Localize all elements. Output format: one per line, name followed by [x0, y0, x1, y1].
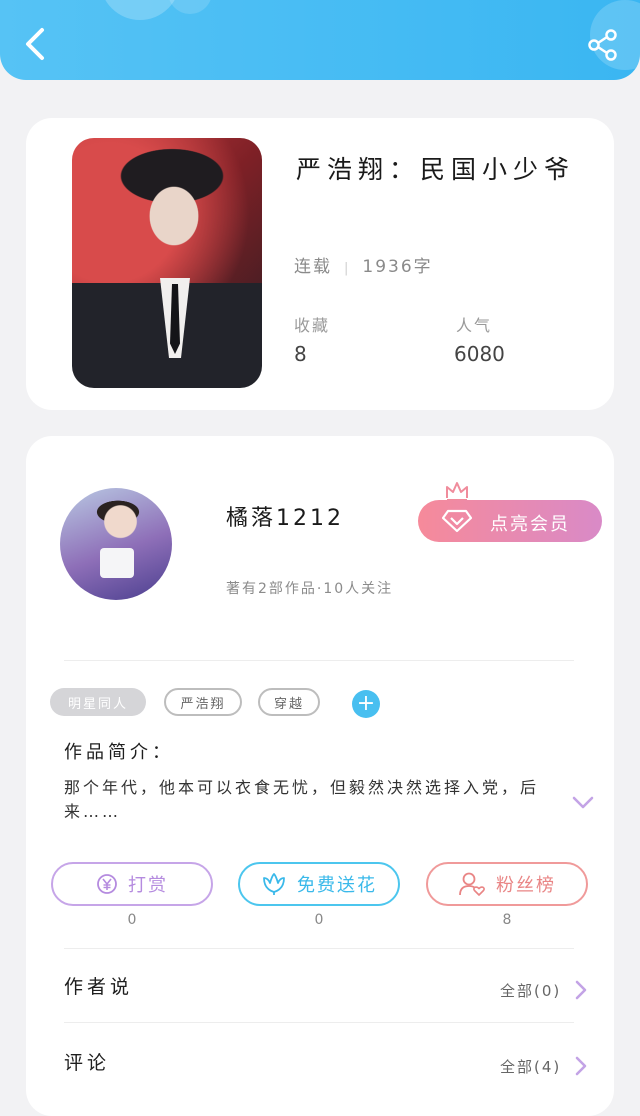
word-count: 1936字 [362, 257, 433, 277]
user-heart-icon [459, 872, 485, 896]
book-info-card: 严浩翔：民国小少爷 连载 | 1936字 收藏 8 人气 6080 [26, 118, 614, 410]
divider [64, 1022, 574, 1023]
top-bar [0, 0, 640, 80]
diamond-icon [442, 509, 472, 533]
vip-button[interactable]: 点亮会员 [418, 500, 602, 542]
reward-button[interactable]: 打赏 [51, 862, 213, 906]
chevron-right-icon[interactable] [574, 1055, 588, 1077]
reward-label: 打赏 [128, 875, 168, 896]
divider [64, 948, 574, 949]
favorites-value: 8 [294, 342, 307, 366]
yen-icon [97, 874, 117, 894]
tag-chip[interactable]: 明星同人 [50, 688, 146, 716]
comments-all-link[interactable]: 全部(4) [500, 1056, 561, 1077]
comments-label: 评论 [64, 1052, 111, 1074]
back-button[interactable] [18, 22, 54, 66]
author-meta: 著有2部作品·10人关注 [226, 581, 394, 597]
flower-icon [263, 873, 285, 895]
book-detail-card: 橘落1212 著有2部作品·10人关注 点亮会员 明星同人 严浩翔 穿越 + 作… [26, 436, 614, 1116]
intro-text: 那个年代，他本可以衣食无忧，但毅然决然选择入党，后来…… [64, 778, 540, 821]
flower-count: 0 [314, 912, 324, 928]
status-separator: | [344, 261, 351, 276]
favorites-label: 收藏 [294, 316, 331, 335]
fan-ranking-button[interactable]: 粉丝榜 [426, 862, 588, 906]
plus-icon: + [356, 691, 376, 716]
popularity-label: 人气 [456, 316, 493, 335]
decor-bubble [168, 0, 212, 14]
avatar-shirt [100, 548, 134, 578]
tag-chip[interactable]: 穿越 [258, 688, 320, 716]
vip-button-label: 点亮会员 [490, 514, 570, 535]
book-status: 连载 [294, 257, 332, 277]
chevron-down-icon[interactable] [572, 796, 594, 810]
send-flower-button[interactable]: 免费送花 [238, 862, 400, 906]
author-name[interactable]: 橘落1212 [226, 500, 344, 532]
book-cover-image[interactable] [72, 138, 262, 388]
send-flower-label: 免费送花 [297, 875, 377, 896]
popularity-value: 6080 [454, 342, 505, 366]
book-title: 严浩翔：民国小少爷 [296, 155, 576, 184]
tag-chip[interactable]: 严浩翔 [164, 688, 242, 716]
decor-bubble [100, 0, 180, 20]
chevron-right-icon[interactable] [574, 979, 588, 1001]
book-status-row: 连载 | 1936字 [294, 252, 433, 277]
chevron-left-icon [26, 28, 44, 60]
reward-count: 0 [127, 912, 137, 928]
share-icon [588, 29, 617, 61]
fan-count: 8 [502, 912, 512, 928]
author-notes-label: 作者说 [64, 976, 134, 998]
divider [64, 660, 574, 661]
author-notes-all-link[interactable]: 全部(0) [500, 980, 561, 1001]
author-avatar[interactable] [60, 488, 172, 600]
share-button[interactable] [586, 28, 620, 62]
add-tag-button[interactable]: + [352, 690, 380, 718]
crown-icon [446, 482, 468, 501]
intro-title: 作品简介： [64, 742, 174, 763]
fan-ranking-label: 粉丝榜 [496, 875, 556, 896]
